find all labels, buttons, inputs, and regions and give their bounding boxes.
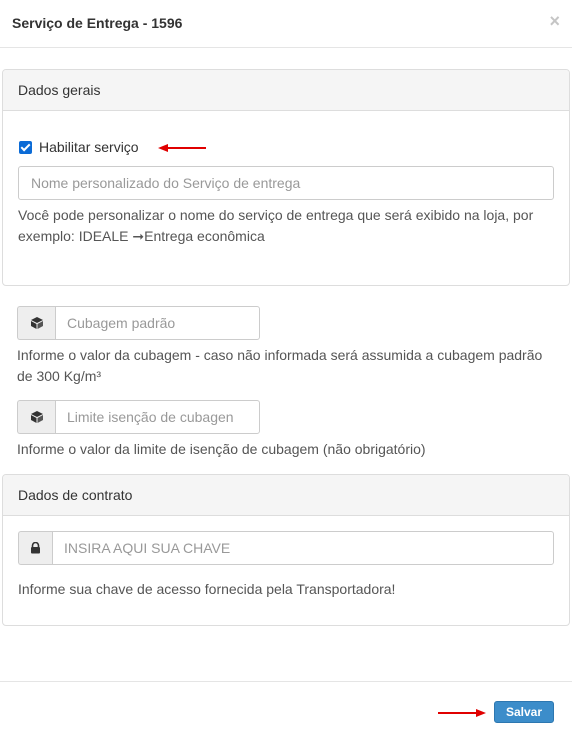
- modal-footer-divider: [0, 681, 572, 682]
- modal-title: Serviço de Entrega - 1596: [12, 15, 183, 31]
- access-key-help: Informe sua chave de acesso fornecida pe…: [18, 581, 396, 597]
- cubagem-input[interactable]: Cubagem padrão: [55, 306, 260, 340]
- general-panel: Dados gerais Habilitar serviço Nome pers…: [2, 69, 570, 286]
- enable-service-checkbox[interactable]: [19, 140, 32, 154]
- custom-name-help-line1: Você pode personalizar o nome do serviço…: [18, 207, 534, 223]
- contract-panel-heading: Dados de contrato: [3, 475, 569, 516]
- lock-icon: [18, 531, 52, 565]
- save-button[interactable]: Salvar: [494, 701, 554, 723]
- custom-name-help-line2: exemplo: IDEALE ➞Entrega econômica: [18, 228, 265, 244]
- cube-icon: [17, 400, 55, 434]
- cubagem-help-line1: Informe o valor da cubagem - caso não in…: [17, 347, 543, 363]
- isencao-input[interactable]: Limite isenção de cubagen: [55, 400, 260, 434]
- contract-panel: Dados de contrato INSIRA AQUI SUA CHAVE …: [2, 474, 570, 626]
- general-panel-heading: Dados gerais: [3, 70, 569, 111]
- enable-service-label[interactable]: Habilitar serviço: [39, 139, 139, 155]
- isencao-help: Informe o valor da limite de isenção de …: [17, 441, 426, 457]
- annotation-arrow-icon: [438, 709, 486, 717]
- modal-header: Serviço de Entrega - 1596 ×: [0, 0, 572, 48]
- cube-icon: [17, 306, 55, 340]
- isencao-input-group: Limite isenção de cubagen: [17, 400, 260, 434]
- cubagem-help-line2: de 300 Kg/m³: [17, 368, 102, 384]
- custom-name-input[interactable]: Nome personalizado do Serviço de entrega: [18, 166, 554, 200]
- access-key-input[interactable]: INSIRA AQUI SUA CHAVE: [52, 531, 554, 565]
- cubagem-input-group: Cubagem padrão: [17, 306, 260, 340]
- key-input-group: INSIRA AQUI SUA CHAVE: [18, 531, 554, 565]
- annotation-arrow-icon: [158, 144, 206, 152]
- close-icon[interactable]: ×: [549, 12, 560, 30]
- enable-service-row: Habilitar serviço: [19, 138, 139, 156]
